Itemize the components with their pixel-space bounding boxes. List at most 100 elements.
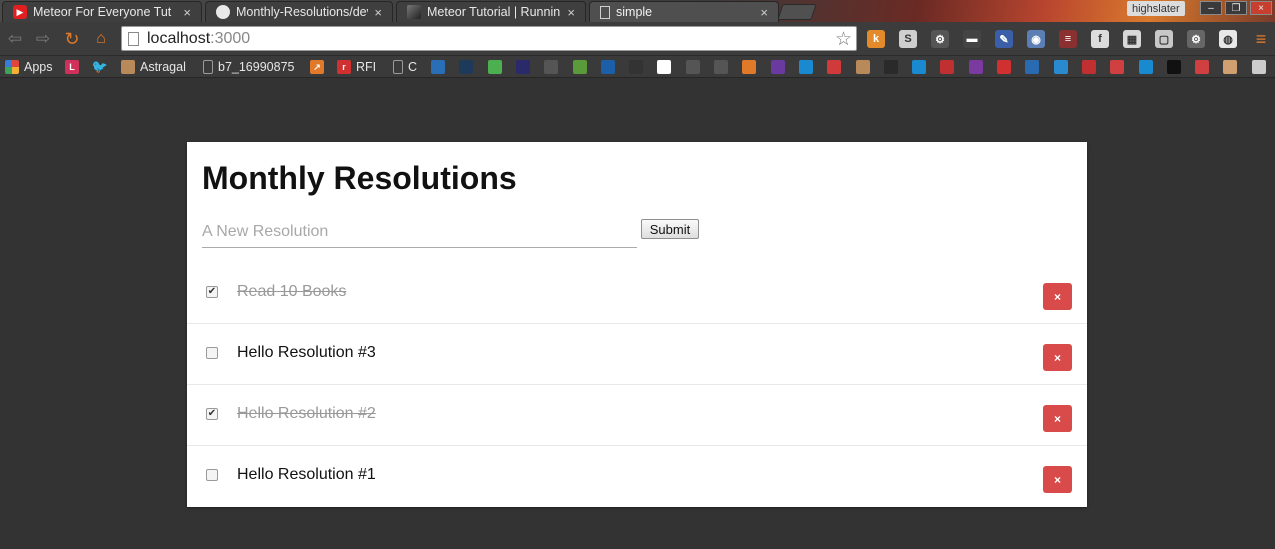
menu-button[interactable]: ≡ — [1251, 29, 1271, 49]
bookmark-item[interactable] — [1223, 59, 1238, 75]
resolution-text: Read 10 Books — [237, 283, 347, 300]
submit-button[interactable]: Submit — [641, 219, 699, 239]
bookmark-item[interactable] — [714, 59, 728, 75]
bookmark-item[interactable] — [855, 59, 870, 75]
browser-tab[interactable]: Monthly-Resolutions/dev × — [205, 1, 393, 22]
resolution-checkbox[interactable] — [206, 347, 218, 359]
browser-tab[interactable]: Meteor Tutorial | Runnin × — [396, 1, 586, 22]
bookmark-item[interactable] — [1195, 59, 1210, 75]
minimize-button[interactable]: – — [1200, 1, 1222, 15]
bookmark-item[interactable] — [657, 59, 672, 75]
bookmark-star-icon[interactable]: ☆ — [835, 28, 852, 51]
tab-close-icon[interactable]: × — [183, 5, 191, 20]
bookmark-item[interactable] — [798, 59, 813, 75]
tab-close-icon[interactable]: × — [760, 5, 768, 20]
gear-extension-icon[interactable]: ⚙ — [1187, 30, 1205, 48]
bookmark-favicon-icon — [544, 60, 559, 74]
bookmark-favicon-icon — [742, 60, 757, 74]
delete-resolution-button[interactable]: × — [1043, 344, 1072, 371]
printer-extension-icon[interactable]: ▬ — [963, 30, 981, 48]
tab-title: Meteor For Everyone Tut — [33, 5, 172, 19]
bookmark-item[interactable] — [742, 59, 757, 75]
bookmark-item[interactable] — [600, 59, 615, 75]
delete-resolution-button[interactable]: × — [1043, 405, 1072, 432]
bookmark-item[interactable] — [770, 59, 785, 75]
resolution-item: Hello Resolution #3 × — [187, 324, 1087, 385]
bookmark-item[interactable] — [1081, 59, 1096, 75]
grid-extension-icon[interactable]: ▦ — [1123, 30, 1141, 48]
bookmark-item[interactable] — [1053, 59, 1068, 75]
tab-title: Monthly-Resolutions/dev — [236, 5, 369, 19]
bookmark-item[interactable]: b7_16990875 — [203, 59, 294, 75]
bookmark-favicon-icon — [1251, 60, 1266, 74]
bookmark-item[interactable] — [912, 59, 927, 75]
page-icon — [393, 60, 403, 74]
resolution-item: ✔ Hello Resolution #2 × — [187, 385, 1087, 446]
fonts-extension-icon[interactable]: f — [1091, 30, 1109, 48]
bookmark-item[interactable] — [968, 59, 983, 75]
stripe-extension-icon[interactable]: ≡ — [1059, 30, 1077, 48]
bookmark-favicon-icon — [487, 60, 502, 74]
bookmark-item[interactable] — [1251, 59, 1266, 75]
bookmark-favicon-icon — [459, 60, 474, 74]
bookmark-item[interactable]: 🐦 — [92, 59, 108, 75]
bookmark-item[interactable]: r RFI — [337, 59, 376, 75]
bookmark-item[interactable] — [459, 59, 474, 75]
bookmark-favicon-icon — [770, 60, 785, 74]
cat-extension-icon[interactable]: ◍ — [1219, 30, 1237, 48]
pen-extension-icon[interactable]: ✎ — [995, 30, 1013, 48]
browser-tab[interactable]: ▶ Meteor For Everyone Tut × — [2, 1, 202, 22]
bookmark-item[interactable] — [1166, 59, 1181, 75]
bookmark-item[interactable] — [629, 59, 644, 75]
delete-resolution-button[interactable]: × — [1043, 283, 1072, 310]
bookmark-item[interactable] — [827, 59, 842, 75]
bookmark-favicon-icon — [572, 60, 587, 74]
back-button[interactable]: ⇦ — [5, 29, 25, 48]
bookmark-item[interactable] — [685, 59, 700, 75]
bookmark-favicon-icon — [685, 60, 700, 74]
bookmark-item[interactable] — [544, 59, 559, 75]
bookmark-item[interactable] — [940, 59, 955, 75]
bookmark-item[interactable] — [1110, 59, 1125, 75]
page-extension-icon[interactable]: ▢ — [1155, 30, 1173, 48]
resolution-checkbox[interactable]: ✔ — [206, 408, 218, 420]
delete-resolution-button[interactable]: × — [1043, 466, 1072, 493]
bookmark-apps[interactable]: Apps — [5, 59, 53, 75]
camera-extension-icon[interactable]: ◉ — [1027, 30, 1045, 48]
bookmark-favicon-icon — [912, 60, 927, 74]
github-icon — [216, 5, 230, 19]
reload-button[interactable]: ↻ — [62, 29, 82, 49]
new-resolution-input[interactable] — [202, 216, 637, 248]
browser-tab-active[interactable]: simple × — [589, 1, 779, 22]
close-window-button[interactable]: × — [1250, 1, 1272, 15]
bookmark-item[interactable]: ↗ — [310, 59, 324, 75]
bookmark-item[interactable] — [997, 59, 1011, 75]
settings-extension-icon[interactable]: ⚙ — [931, 30, 949, 48]
address-bar[interactable]: localhost :3000 ☆ — [121, 26, 857, 51]
tab-close-icon[interactable]: × — [567, 5, 575, 20]
bookmark-item[interactable] — [883, 59, 898, 75]
bookmark-item[interactable] — [1138, 59, 1153, 75]
bookmark-item[interactable] — [1025, 59, 1040, 75]
resolution-checkbox[interactable]: ✔ — [206, 286, 218, 298]
resolutions-card: Monthly Resolutions Submit ✔ Read 10 Boo… — [187, 142, 1087, 507]
browser-title-bar: ▶ Meteor For Everyone Tut × Monthly-Reso… — [0, 0, 1275, 22]
bookmark-favicon-icon — [798, 60, 813, 74]
home-button[interactable]: ⌂ — [91, 30, 111, 48]
forward-button[interactable]: ⇨ — [33, 29, 53, 48]
new-tab-button[interactable] — [777, 4, 817, 20]
bookmark-item[interactable]: C — [393, 59, 417, 75]
s-extension-icon[interactable]: S — [899, 30, 917, 48]
bookmark-item[interactable] — [515, 59, 530, 75]
bookmark-item[interactable] — [487, 59, 502, 75]
bookmark-item[interactable]: L — [65, 59, 79, 75]
bookmark-item[interactable] — [431, 59, 445, 75]
resolution-checkbox[interactable] — [206, 469, 218, 481]
tab-close-icon[interactable]: × — [374, 5, 382, 20]
profile-button[interactable]: highslater — [1127, 1, 1185, 16]
maximize-button[interactable]: ❐ — [1225, 1, 1247, 15]
k-extension-icon[interactable]: k — [867, 30, 885, 48]
bookmark-item[interactable] — [572, 59, 587, 75]
browser-toolbar: ⇦ ⇨ ↻ ⌂ localhost :3000 ☆ k S ⚙ ▬ ✎ ◉ ≡ f ▦ ▢ ⚙ ◍ ≡ — [0, 22, 1275, 56]
bookmark-item[interactable]: Astragal — [121, 59, 186, 75]
